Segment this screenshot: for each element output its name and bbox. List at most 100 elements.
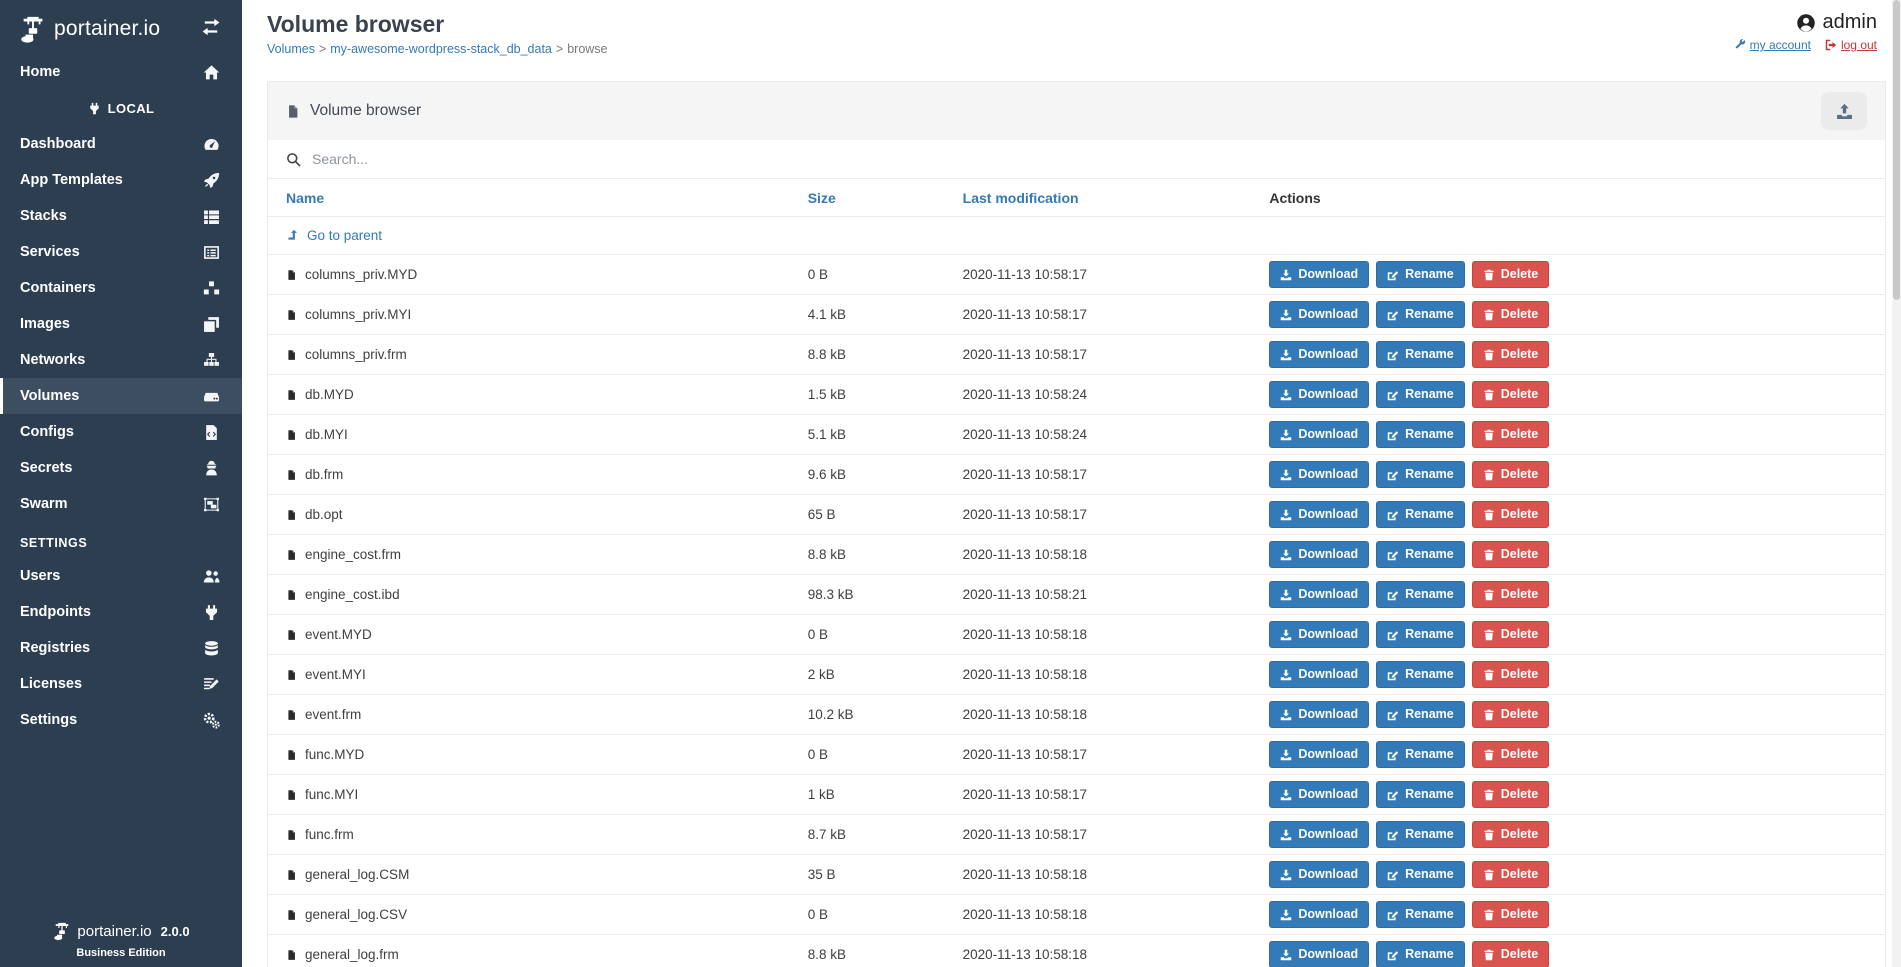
edit-icon [1387, 669, 1399, 681]
sidebar-item-configs[interactable]: Configs [0, 414, 242, 450]
sidebar-item-label: Images [20, 316, 70, 332]
rename-button[interactable]: Rename [1376, 421, 1465, 449]
sidebar-item-services[interactable]: Services [0, 234, 242, 270]
sidebar-item-users[interactable]: Users [0, 558, 242, 594]
download-button[interactable]: Download [1269, 421, 1369, 449]
rename-button[interactable]: Rename [1376, 821, 1465, 849]
log-out-link[interactable]: log out [1825, 38, 1877, 52]
breadcrumb-volumes-link[interactable]: Volumes [267, 42, 315, 56]
sidebar-item-stacks[interactable]: Stacks [0, 198, 242, 234]
sidebar-item-registries[interactable]: Registries [0, 630, 242, 666]
rename-button[interactable]: Rename [1376, 741, 1465, 769]
delete-button[interactable]: Delete [1472, 261, 1550, 289]
sidebar-item-licenses[interactable]: Licenses [0, 666, 242, 702]
file-name-cell: engine_cost.frm [286, 547, 808, 562]
download-button[interactable]: Download [1269, 461, 1369, 489]
delete-button[interactable]: Delete [1472, 901, 1550, 929]
column-header-name[interactable]: Name [286, 190, 808, 206]
sidebar-item-networks[interactable]: Networks [0, 342, 242, 378]
delete-button[interactable]: Delete [1472, 701, 1550, 729]
rename-button[interactable]: Rename [1376, 621, 1465, 649]
delete-button[interactable]: Delete [1472, 741, 1550, 769]
delete-button[interactable]: Delete [1472, 621, 1550, 649]
rename-button[interactable]: Rename [1376, 581, 1465, 609]
delete-button[interactable]: Delete [1472, 461, 1550, 489]
delete-button[interactable]: Delete [1472, 341, 1550, 369]
scrollbar-thumb[interactable] [1893, 0, 1900, 300]
rename-button[interactable]: Rename [1376, 461, 1465, 489]
row-actions: DownloadRenameDelete [1269, 381, 1867, 409]
sidebar-item-app-templates[interactable]: App Templates [0, 162, 242, 198]
user-display: admin [1796, 11, 1877, 34]
download-button[interactable]: Download [1269, 261, 1369, 289]
rename-button[interactable]: Rename [1376, 781, 1465, 809]
download-button[interactable]: Download [1269, 821, 1369, 849]
download-button[interactable]: Download [1269, 581, 1369, 609]
my-account-link[interactable]: my account [1734, 38, 1811, 52]
environment-selector[interactable]: LOCAL [0, 90, 242, 126]
column-header-last-modification[interactable]: Last modification [963, 190, 1270, 206]
file-size: 1 kB [808, 787, 963, 802]
download-button[interactable]: Download [1269, 661, 1369, 689]
delete-button[interactable]: Delete [1472, 581, 1550, 609]
download-button[interactable]: Download [1269, 901, 1369, 929]
go-to-parent-link[interactable]: Go to parent [286, 228, 1867, 243]
download-button-label: Download [1298, 587, 1358, 603]
rename-button[interactable]: Rename [1376, 861, 1465, 889]
download-button[interactable]: Download [1269, 741, 1369, 769]
search-input[interactable] [312, 151, 1867, 167]
download-button[interactable]: Download [1269, 781, 1369, 809]
delete-button[interactable]: Delete [1472, 421, 1550, 449]
vertical-scrollbar[interactable] [1892, 0, 1901, 967]
delete-button[interactable]: Delete [1472, 541, 1550, 569]
sidebar-item-secrets[interactable]: Secrets [0, 450, 242, 486]
endpoint-switch-button[interactable] [200, 18, 222, 41]
file-icon [286, 708, 297, 722]
file-name-cell: event.MYI [286, 667, 808, 682]
download-button[interactable]: Download [1269, 701, 1369, 729]
delete-button[interactable]: Delete [1472, 781, 1550, 809]
delete-button[interactable]: Delete [1472, 821, 1550, 849]
rename-button[interactable]: Rename [1376, 701, 1465, 729]
delete-button[interactable]: Delete [1472, 501, 1550, 529]
sign-out-icon [1825, 39, 1837, 51]
sidebar-item-settings[interactable]: Settings [0, 702, 242, 738]
brand-logo-link[interactable]: portainer.io [18, 14, 160, 44]
upload-button[interactable] [1821, 92, 1867, 130]
rename-button[interactable]: Rename [1376, 941, 1465, 967]
download-button[interactable]: Download [1269, 861, 1369, 889]
rename-button[interactable]: Rename [1376, 301, 1465, 329]
rename-button[interactable]: Rename [1376, 501, 1465, 529]
download-button[interactable]: Download [1269, 541, 1369, 569]
sidebar-item-home[interactable]: Home [0, 54, 242, 90]
delete-button[interactable]: Delete [1472, 381, 1550, 409]
rename-button[interactable]: Rename [1376, 381, 1465, 409]
rename-button[interactable]: Rename [1376, 901, 1465, 929]
level-up-icon [286, 229, 299, 242]
column-header-size[interactable]: Size [808, 190, 963, 206]
download-button[interactable]: Download [1269, 941, 1369, 967]
rename-button[interactable]: Rename [1376, 661, 1465, 689]
delete-button[interactable]: Delete [1472, 661, 1550, 689]
download-button[interactable]: Download [1269, 621, 1369, 649]
sidebar-item-endpoints[interactable]: Endpoints [0, 594, 242, 630]
sidebar-item-swarm[interactable]: Swarm [0, 486, 242, 522]
file-name: func.MYI [305, 787, 358, 802]
download-button[interactable]: Download [1269, 501, 1369, 529]
sidebar-item-volumes[interactable]: Volumes [0, 378, 242, 414]
rename-button[interactable]: Rename [1376, 341, 1465, 369]
download-button[interactable]: Download [1269, 341, 1369, 369]
delete-button[interactable]: Delete [1472, 861, 1550, 889]
download-button[interactable]: Download [1269, 381, 1369, 409]
sidebar-item-images[interactable]: Images [0, 306, 242, 342]
rename-button[interactable]: Rename [1376, 541, 1465, 569]
rename-button-label: Rename [1405, 467, 1454, 483]
breadcrumb-volume-link[interactable]: my-awesome-wordpress-stack_db_data [330, 42, 552, 56]
delete-button[interactable]: Delete [1472, 301, 1550, 329]
sidebar-item-containers[interactable]: Containers [0, 270, 242, 306]
delete-button[interactable]: Delete [1472, 941, 1550, 967]
footer-brand-name: portainer.io [77, 923, 151, 940]
rename-button[interactable]: Rename [1376, 261, 1465, 289]
sidebar-item-dashboard[interactable]: Dashboard [0, 126, 242, 162]
download-button[interactable]: Download [1269, 301, 1369, 329]
